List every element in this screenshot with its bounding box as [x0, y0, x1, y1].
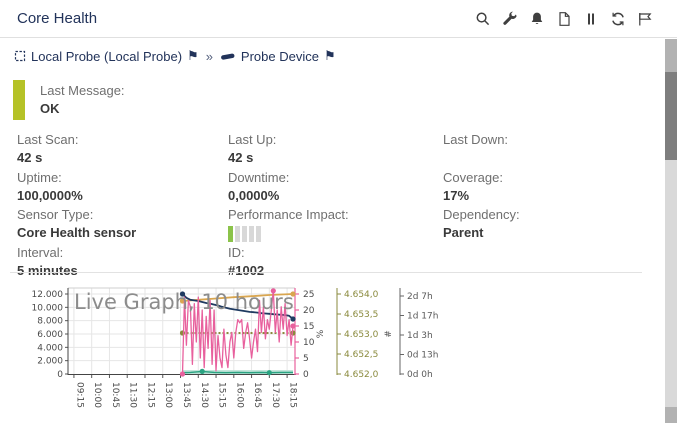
header: Core Health [0, 0, 677, 38]
svg-text:15:15: 15:15 [217, 382, 227, 408]
svg-text:25: 25 [303, 290, 314, 300]
breadcrumb: Local Probe (Local Probe) ⚑ » Probe Devi… [14, 46, 336, 66]
svg-text:14:30: 14:30 [199, 382, 209, 408]
refresh-icon[interactable] [609, 11, 626, 28]
sensor-overview-page: Core Health [0, 0, 677, 423]
bell-icon[interactable] [528, 11, 545, 28]
scrollbar-upper-segment[interactable] [665, 39, 677, 72]
probe-icon [14, 50, 26, 62]
svg-text:13:45: 13:45 [181, 382, 191, 408]
svg-text:0: 0 [303, 370, 309, 380]
info-sensor-type: Sensor Type: Core Health sensor [17, 206, 228, 244]
svg-text:17:30: 17:30 [270, 382, 280, 408]
status-color-bar [13, 80, 25, 120]
search-icon[interactable] [474, 11, 491, 28]
svg-text:11:30: 11:30 [128, 382, 138, 408]
svg-text:20: 20 [303, 306, 315, 316]
breadcrumb-device-link[interactable]: Probe Device [241, 49, 319, 64]
info-uptime: Uptime: 100,0000% [17, 169, 228, 207]
scrollbar-lower-segment[interactable] [665, 407, 677, 423]
scrollbar[interactable] [665, 39, 677, 423]
svg-text:10:45: 10:45 [110, 382, 120, 408]
breadcrumb-separator: » [204, 49, 215, 64]
svg-text:4.653,0: 4.653,0 [344, 330, 379, 340]
svg-text:Live Graph, 10 hours: Live Graph, 10 hours [74, 290, 294, 314]
svg-text:16:00: 16:00 [234, 382, 244, 408]
info-last-up: Last Up: 42 s [228, 131, 443, 169]
svg-text:5: 5 [303, 354, 309, 364]
svg-text:4.653,5: 4.653,5 [344, 310, 378, 320]
svg-text:#: # [384, 330, 394, 338]
info-coverage: Coverage: 17% [443, 169, 665, 207]
svg-text:2.000: 2.000 [37, 357, 63, 367]
svg-text:09:15: 09:15 [74, 382, 84, 408]
svg-text:10: 10 [303, 338, 315, 348]
probe-flag-icon[interactable]: ⚑ [187, 49, 199, 63]
svg-text:12:15: 12:15 [145, 382, 155, 408]
live-graph: 09:15 10:00 10:45 11:30 12:15 13:00 13:45 14:30… [10, 276, 465, 423]
status-badge: OK [40, 100, 125, 117]
last-message-label: Last Message: [40, 82, 125, 99]
header-toolbar [474, 0, 653, 38]
device-icon [220, 52, 236, 61]
svg-text:16:45: 16:45 [252, 382, 262, 408]
svg-text:10.000: 10.000 [32, 303, 64, 313]
svg-text:4.652,5: 4.652,5 [344, 350, 378, 360]
section-divider [10, 272, 642, 273]
svg-text:18:15: 18:15 [288, 382, 298, 408]
breadcrumb-probe-link[interactable]: Local Probe (Local Probe) [31, 49, 182, 64]
flag-icon[interactable] [636, 11, 653, 28]
svg-text:2d 7h: 2d 7h [407, 292, 433, 302]
info-last-down: Last Down: [443, 131, 665, 169]
page-title: Core Health [17, 0, 97, 38]
pause-icon[interactable] [582, 11, 599, 28]
info-last-scan: Last Scan: 42 s [17, 131, 228, 169]
svg-text:12.000: 12.000 [32, 290, 64, 300]
svg-text:0d 13h: 0d 13h [407, 351, 438, 361]
info-performance-impact: Performance Impact: [228, 206, 443, 244]
svg-text:6.000: 6.000 [37, 330, 63, 340]
svg-text:4.652,0: 4.652,0 [344, 370, 379, 380]
svg-text:10:00: 10:00 [92, 382, 102, 408]
svg-text:13:00: 13:00 [163, 382, 173, 408]
info-grid: Last Scan: 42 s Last Up: 42 s Last Down:… [17, 131, 665, 281]
device-flag-icon[interactable]: ⚑ [324, 49, 336, 63]
performance-impact-meter [228, 226, 443, 242]
last-message-block: Last Message: OK [13, 80, 125, 120]
svg-text:8.000: 8.000 [37, 317, 63, 327]
svg-text:4.000: 4.000 [37, 343, 63, 353]
svg-text:1d 3h: 1d 3h [407, 331, 433, 341]
info-dependency: Dependency: Parent [443, 206, 665, 244]
svg-text:%: % [316, 329, 326, 338]
svg-text:0: 0 [57, 370, 63, 380]
svg-text:15: 15 [303, 322, 314, 332]
svg-text:1d 17h: 1d 17h [407, 312, 438, 322]
wrench-icon[interactable] [501, 11, 518, 28]
document-icon[interactable] [555, 11, 572, 28]
svg-text:4.654,0: 4.654,0 [344, 290, 379, 300]
scrollbar-thumb[interactable] [665, 72, 677, 160]
svg-text:0d 0h: 0d 0h [407, 370, 433, 380]
info-downtime: Downtime: 0,0000% [228, 169, 443, 207]
